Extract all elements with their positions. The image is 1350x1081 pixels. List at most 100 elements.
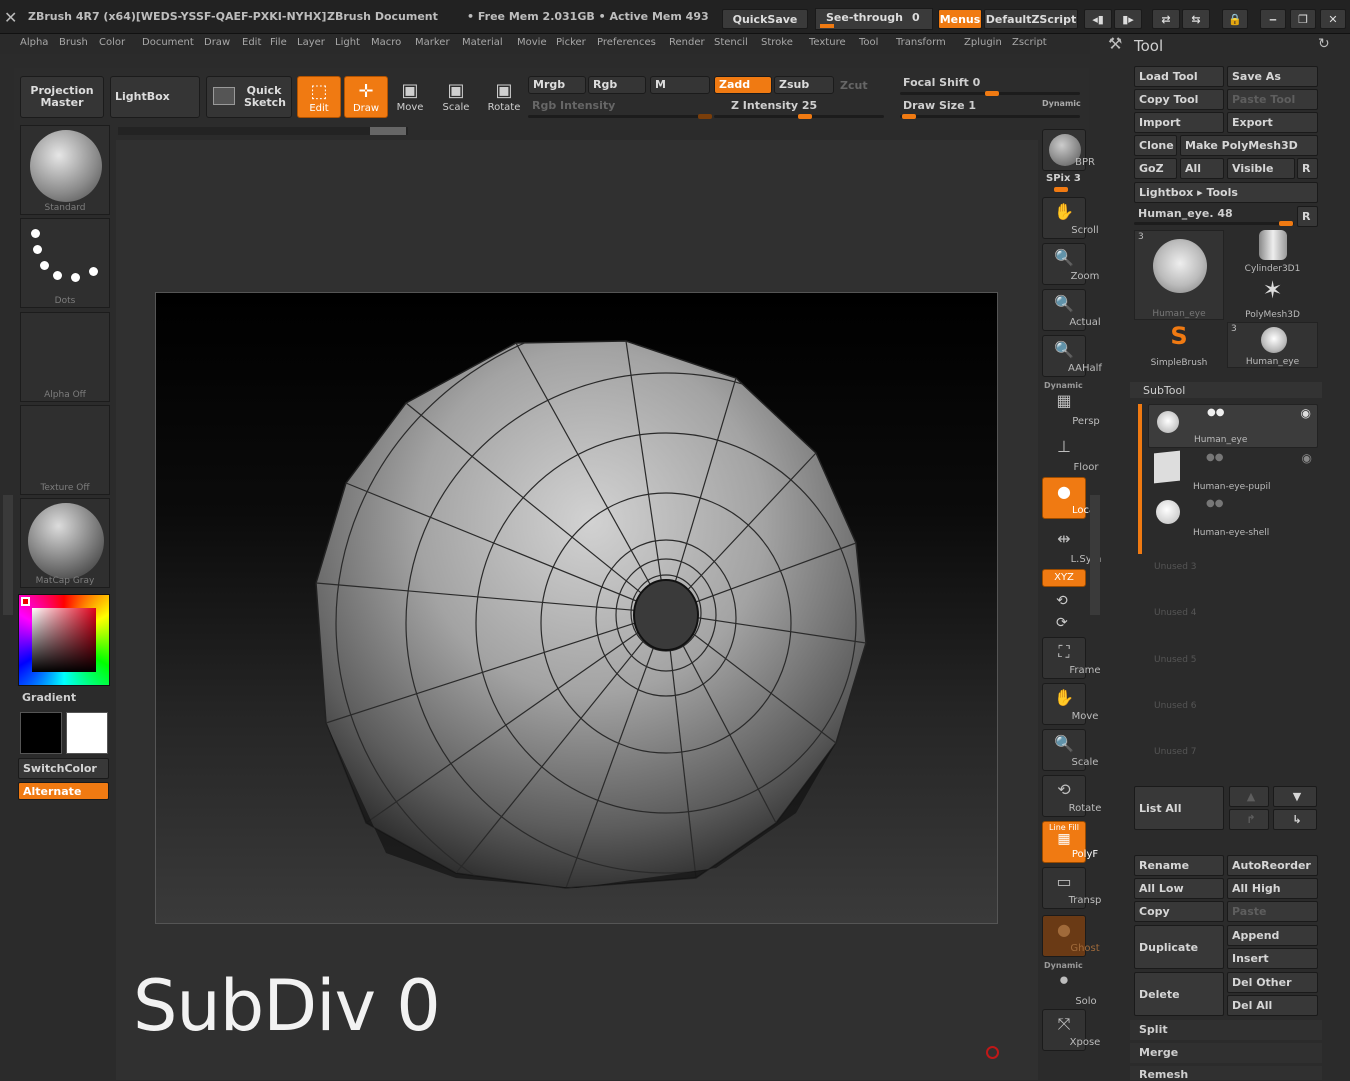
tool-thumb-human-eye-2[interactable]: 3 Human_eye [1227, 322, 1318, 368]
subtool-polypaint-toggle-icon[interactable]: ●● [1207, 407, 1224, 418]
menu-marker[interactable]: Marker [415, 37, 450, 48]
del-all-button[interactable]: Del All [1227, 995, 1318, 1016]
rgb-button[interactable]: Rgb [588, 76, 646, 94]
scale-view-button[interactable]: 🔍 Scale [1042, 729, 1098, 771]
local-button[interactable]: ● Local [1042, 477, 1098, 519]
scroll-button[interactable]: ✋ Scroll [1042, 197, 1099, 239]
dynamic-label[interactable]: Dynamic [1042, 99, 1081, 108]
ghost-button[interactable]: ● Ghost [1042, 915, 1100, 957]
paste-subtool-button[interactable]: Paste [1227, 901, 1318, 922]
menu-macro[interactable]: Macro [371, 37, 401, 48]
polyf-button[interactable]: Line Fill ▦ PolyF [1042, 821, 1098, 863]
move-mode-button[interactable]: ▣ Move [388, 76, 432, 118]
floor-button[interactable]: ⊥ Floor [1042, 433, 1098, 475]
spix-slider-knob[interactable] [1054, 187, 1068, 192]
menu-document[interactable]: Document [142, 37, 194, 48]
menu-edit[interactable]: Edit [242, 37, 261, 48]
subtool-pupil-visibility-icon[interactable]: ◉ [1302, 451, 1312, 465]
menu-file[interactable]: File [270, 37, 287, 48]
aahalf-button[interactable]: 🔍 AAHalf [1042, 335, 1102, 377]
save-as-button[interactable]: Save As [1227, 66, 1318, 87]
edit-mode-button[interactable]: ⬚ Edit [297, 76, 341, 118]
xpose-button[interactable]: ⤧ Xpose [1042, 1009, 1100, 1051]
brush-picker[interactable]: Standard [20, 125, 110, 215]
copy-subtool-button[interactable]: Copy [1134, 901, 1224, 922]
menu-tool[interactable]: Tool [859, 37, 878, 48]
minimize-icon[interactable]: ‒ [1260, 9, 1286, 29]
m-button[interactable]: M [650, 76, 710, 94]
export-button[interactable]: Export [1227, 112, 1318, 133]
texture-picker[interactable]: Texture Off [20, 405, 110, 495]
menu-movie[interactable]: Movie [517, 37, 547, 48]
delete-button[interactable]: Delete [1134, 972, 1224, 1016]
draw-size-slider[interactable] [900, 115, 1080, 118]
quicksave-button[interactable]: QuickSave [722, 9, 808, 29]
zadd-button[interactable]: Zadd [714, 76, 772, 94]
xyz-button[interactable]: XYZ [1042, 569, 1086, 587]
duplicate-button[interactable]: Duplicate [1134, 925, 1224, 969]
split-section[interactable]: Split [1139, 1023, 1168, 1036]
menus-button[interactable]: Menus [938, 9, 982, 29]
mrgb-button[interactable]: Mrgb [528, 76, 586, 94]
tool-palette-refresh-icon[interactable]: ↻ [1318, 36, 1330, 52]
subtool-unused-3[interactable]: Unused 3 [1148, 548, 1318, 592]
lightbox-tools-button[interactable]: Lightbox ▸ Tools [1134, 182, 1318, 203]
merge-section[interactable]: Merge [1139, 1046, 1178, 1059]
all-low-button[interactable]: All Low [1134, 878, 1224, 899]
switch-color-button[interactable]: SwitchColor [18, 758, 109, 779]
del-other-button[interactable]: Del Other [1227, 972, 1318, 993]
projection-master-button[interactable]: Projection Master [20, 76, 104, 118]
stroke-picker[interactable]: Dots [20, 218, 110, 308]
zsub-button[interactable]: Zsub [774, 76, 834, 94]
move-view-button[interactable]: ✋ Move [1042, 683, 1098, 725]
remesh-section[interactable]: Remesh [1139, 1068, 1188, 1081]
tool-thumb-cylinder[interactable]: Cylinder3D1 [1227, 230, 1318, 274]
tool-thumb-simplebrush[interactable]: S SimpleBrush [1134, 322, 1224, 368]
subtool-human-eye-pupil[interactable]: ◉ ●● Human-eye-pupil [1148, 450, 1318, 494]
subtool-unused-6[interactable]: Unused 6 [1148, 687, 1318, 731]
alternate-button[interactable]: Alternate [18, 782, 109, 800]
move-up-arrow-icon[interactable]: ▲ [1229, 786, 1269, 807]
list-all-button[interactable]: List All [1134, 786, 1224, 830]
material-picker[interactable]: MatCap Gray [20, 498, 110, 588]
current-tool-slider[interactable] [1134, 222, 1294, 225]
import-button[interactable]: Import [1134, 112, 1224, 133]
menu-render[interactable]: Render [669, 37, 705, 48]
move-down-right-icon[interactable]: ↳ [1273, 809, 1317, 830]
menu-stencil[interactable]: Stencil [714, 37, 748, 48]
menu-zscript[interactable]: Zscript [1012, 37, 1047, 48]
subtool-header[interactable]: SubTool [1143, 384, 1185, 397]
goz-r-button[interactable]: R [1297, 158, 1318, 179]
color-picker[interactable] [18, 594, 110, 686]
insert-button[interactable]: Insert [1227, 948, 1318, 969]
default-zscript-button[interactable]: DefaultZScript [984, 9, 1078, 29]
lightbox-button[interactable]: LightBox [110, 76, 200, 118]
lsym-button[interactable]: ⇹ L.Sym [1042, 525, 1101, 567]
rotate-mode-button[interactable]: ▣ Rotate [482, 76, 526, 118]
lock-icon[interactable]: 🔒 [1222, 9, 1248, 29]
goz-visible-button[interactable]: Visible [1227, 158, 1295, 179]
menu-light[interactable]: Light [335, 37, 360, 48]
rotate-view-button[interactable]: ⟲ Rotate [1042, 775, 1101, 817]
actual-button[interactable]: 🔍 Actual [1042, 289, 1101, 331]
tool-thumb-polymesh[interactable]: ✶ PolyMesh3D [1227, 276, 1318, 320]
goz-button[interactable]: GoZ [1134, 158, 1177, 179]
load-tool-button[interactable]: Load Tool [1134, 66, 1224, 87]
layout-left-icon[interactable]: ◂▮ [1084, 9, 1112, 29]
rename-button[interactable]: Rename [1134, 855, 1224, 876]
make-polymesh-button[interactable]: Make PolyMesh3D [1180, 135, 1318, 156]
menu-layer[interactable]: Layer [297, 37, 325, 48]
subtool-unused-5[interactable]: Unused 5 [1148, 641, 1318, 685]
subtool-human-eye-shell[interactable]: ●● Human-eye-shell [1148, 496, 1318, 540]
move-up-right-icon[interactable]: ↱ [1229, 809, 1269, 830]
copy-tool-button[interactable]: Copy Tool [1134, 89, 1224, 110]
menu-texture[interactable]: Texture [809, 37, 846, 48]
close-icon[interactable]: ✕ [1320, 9, 1346, 29]
document-viewport[interactable] [155, 292, 998, 924]
menu-zplugin[interactable]: Zplugin [964, 37, 1002, 48]
zoom-button[interactable]: 🔍 Zoom [1042, 243, 1099, 285]
menu-preferences[interactable]: Preferences [597, 37, 656, 48]
goz-all-button[interactable]: All [1180, 158, 1224, 179]
menu-brush[interactable]: Brush [59, 37, 88, 48]
layout-swap-icon[interactable]: ⇄ [1152, 9, 1180, 29]
